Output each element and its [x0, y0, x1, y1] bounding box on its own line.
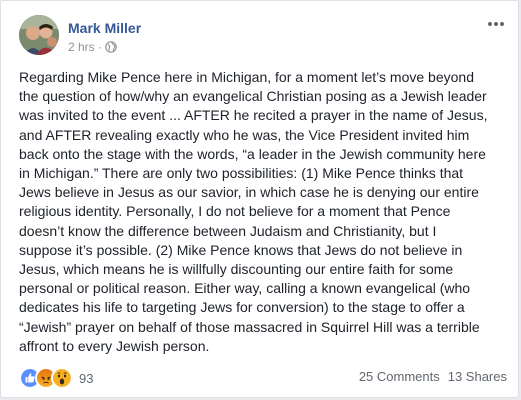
engagement-counts: 25 Comments 13 Shares	[359, 369, 507, 384]
post-timestamp[interactable]: 2 hrs	[68, 40, 95, 54]
reactions-summary[interactable]: 93	[19, 367, 93, 389]
avatar[interactable]	[19, 15, 59, 55]
post-card: Mark Miller 2 hrs · Regarding Mike Pence…	[0, 0, 519, 398]
post-footer: 93 25 Comments 13 Shares	[19, 363, 507, 391]
post-header: Mark Miller 2 hrs ·	[19, 15, 508, 59]
comments-count-link[interactable]: 25 Comments	[359, 369, 440, 384]
meta-separator: ·	[97, 40, 102, 54]
more-icon[interactable]	[486, 17, 506, 31]
globe-icon[interactable]	[104, 41, 117, 53]
post-body-text: Regarding Mike Pence here in Michigan, f…	[19, 69, 488, 354]
post-meta: 2 hrs ·	[68, 40, 117, 54]
wow-icon	[51, 367, 73, 389]
author-name[interactable]: Mark Miller	[68, 20, 141, 36]
shares-count-link[interactable]: 13 Shares	[448, 369, 507, 384]
reaction-count: 93	[79, 370, 94, 386]
